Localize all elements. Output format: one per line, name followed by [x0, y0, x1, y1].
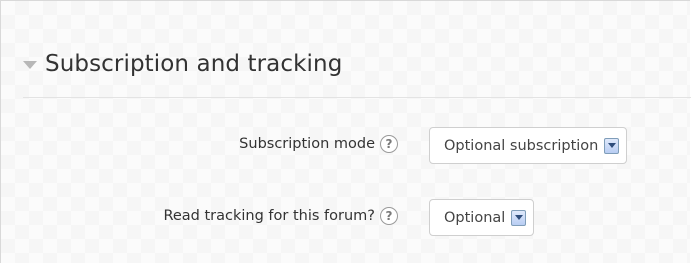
- read-tracking-select[interactable]: Optional: [429, 199, 535, 236]
- read-tracking-value: Optional: [444, 209, 506, 226]
- read-tracking-row: Read tracking for this forum? ? Optional: [1, 199, 691, 239]
- chevron-down-icon: [607, 143, 616, 148]
- dropdown-button[interactable]: [511, 209, 527, 226]
- form-panel: Subscription and tracking Subscription m…: [0, 0, 691, 263]
- subscription-mode-select[interactable]: Optional subscription: [429, 127, 628, 164]
- section-header-toggle[interactable]: Subscription and tracking: [23, 51, 342, 77]
- collapse-triangle-icon[interactable]: [23, 61, 37, 69]
- dropdown-button[interactable]: [604, 137, 620, 154]
- subscription-mode-row: Subscription mode ? Optional subscriptio…: [1, 127, 691, 167]
- chevron-down-icon: [514, 215, 523, 220]
- subscription-mode-value: Optional subscription: [444, 137, 599, 154]
- section-divider: [23, 97, 691, 98]
- section-title: Subscription and tracking: [45, 51, 343, 77]
- help-icon[interactable]: ?: [380, 207, 398, 225]
- help-icon[interactable]: ?: [380, 135, 398, 153]
- subscription-mode-label: Subscription mode: [239, 136, 375, 152]
- read-tracking-label: Read tracking for this forum?: [163, 208, 375, 224]
